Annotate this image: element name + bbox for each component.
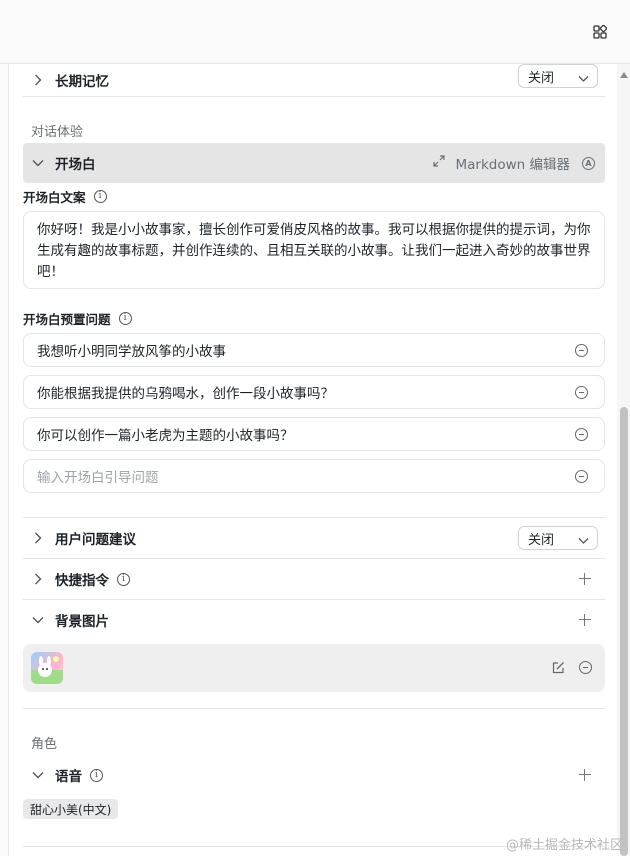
shortcuts-row[interactable]: 快捷指令 i: [23, 559, 605, 599]
remove-circle-icon[interactable]: [575, 470, 588, 483]
preset-questions-label: 开场白预置问题 i: [23, 309, 132, 327]
chevron-down-icon: [578, 72, 589, 87]
info-icon[interactable]: i: [93, 189, 107, 203]
long-term-memory-select-value: 关闭: [528, 70, 555, 86]
remove-circle-icon[interactable]: [579, 661, 592, 674]
preset-question-text: 你能根据我提供的乌鸦喝水，创作一段小故事吗？: [37, 386, 334, 402]
preset-question-input[interactable]: 我想听小明同学放风筝的小故事: [23, 333, 605, 367]
ai-assist-icon[interactable]: A: [582, 156, 595, 170]
scrollbar-thumb[interactable]: [620, 407, 628, 856]
voice-row[interactable]: 语音 i: [23, 755, 605, 795]
user-suggestions-title: 用户问题建议: [55, 532, 136, 548]
background-image-item: [23, 644, 605, 692]
remove-circle-icon[interactable]: [575, 386, 588, 399]
preset-questions-label-text: 开场白预置问题: [23, 311, 111, 327]
add-icon[interactable]: [579, 614, 591, 626]
preset-question-text: 你可以创作一篇小老虎为主题的小故事吗？: [37, 428, 294, 444]
scroll-up-arrow-icon[interactable]: [620, 72, 628, 78]
remove-circle-icon[interactable]: [575, 344, 588, 357]
left-panel-edge: [0, 64, 9, 856]
edit-icon[interactable]: [552, 661, 565, 678]
shortcuts-title: 快捷指令: [55, 573, 109, 589]
voice-tag[interactable]: 甜心小美(中文): [23, 799, 119, 819]
chevron-right-icon[interactable]: [31, 73, 45, 87]
info-icon[interactable]: i: [90, 768, 103, 782]
opening-title: 开场白: [55, 157, 96, 173]
user-suggestions-select-value: 关闭: [528, 532, 555, 548]
opening-text-label-text: 开场白文案: [23, 189, 86, 205]
new-question-input[interactable]: 输入开场白引导问题: [23, 459, 605, 493]
info-icon[interactable]: i: [118, 311, 132, 325]
chevron-down-icon[interactable]: [31, 156, 45, 170]
preset-question-input[interactable]: 你可以创作一篇小老虎为主题的小故事吗？: [23, 417, 605, 451]
chevron-down-icon: [578, 534, 589, 549]
user-suggestions-select[interactable]: 关闭: [518, 526, 598, 550]
chevron-down-icon[interactable]: [31, 613, 45, 627]
role-label: 角色: [31, 737, 58, 752]
watermark: @稀土掘金技术社区: [506, 838, 624, 853]
markdown-editor-label: Markdown 编辑器: [455, 157, 570, 173]
chevron-right-icon[interactable]: [31, 572, 45, 586]
background-image-thumbnail[interactable]: [31, 652, 63, 684]
markdown-editor-button[interactable]: Markdown 编辑器 A: [433, 143, 595, 183]
long-term-memory-title: 长期记忆: [55, 74, 109, 90]
scrollbar[interactable]: [617, 64, 630, 856]
divider: [23, 708, 605, 709]
opening-section-header[interactable]: 开场白 Markdown 编辑器 A: [23, 143, 605, 183]
add-icon[interactable]: [579, 769, 591, 781]
preset-question-text: 我想听小明同学放风筝的小故事: [37, 344, 226, 360]
opening-text-input[interactable]: 你好呀！我是小小故事家，擅长创作可爱俏皮风格的故事。我可以根据你提供的提示词，为…: [23, 211, 605, 289]
chevron-right-icon[interactable]: [31, 531, 45, 545]
new-question-placeholder: 输入开场白引导问题: [37, 470, 159, 486]
remove-circle-icon[interactable]: [575, 428, 588, 441]
add-icon[interactable]: [579, 573, 591, 585]
background-image-row[interactable]: 背景图片: [23, 600, 605, 640]
background-image-title: 背景图片: [55, 614, 109, 630]
voice-title: 语音: [55, 769, 82, 785]
divider: [23, 96, 605, 97]
preset-question-input[interactable]: 你能根据我提供的乌鸦喝水，创作一段小故事吗？: [23, 375, 605, 409]
grid-layout-icon[interactable]: [588, 21, 612, 43]
opening-text-label: 开场白文案 i: [23, 187, 107, 205]
long-term-memory-select[interactable]: 关闭: [518, 64, 598, 88]
dialog-experience-label: 对话体验: [31, 125, 84, 140]
chevron-down-icon[interactable]: [31, 768, 45, 782]
expand-icon: [433, 155, 446, 171]
top-bar: [0, 0, 630, 64]
info-icon[interactable]: i: [117, 572, 130, 586]
